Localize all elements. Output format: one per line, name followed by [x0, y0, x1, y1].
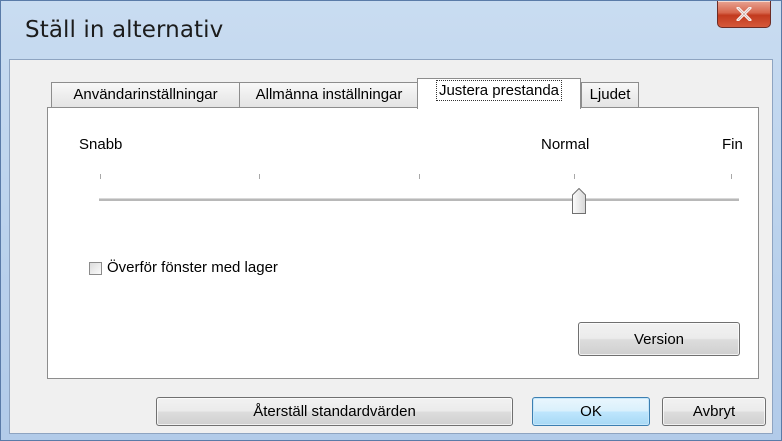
- tab-adjust-performance-label: Justera prestanda: [435, 80, 563, 101]
- slider-tick: [100, 174, 101, 179]
- slider-label-normal: Normal: [541, 136, 590, 153]
- options-dialog: Ställ in alternativ Användarinställninga…: [0, 0, 782, 441]
- tab-user-settings[interactable]: Användarinställningar: [51, 82, 240, 108]
- slider-tick: [419, 174, 420, 179]
- tab-sound-label: Ljudet: [589, 86, 631, 103]
- slider-label-fast: Snabb: [79, 136, 123, 153]
- performance-slider-track[interactable]: [99, 199, 739, 202]
- slider-tick: [574, 174, 575, 179]
- tab-panel-performance: Snabb Normal Fin Överför fönster med lag…: [47, 107, 759, 379]
- close-button[interactable]: [717, 1, 771, 28]
- slider-label-fine: Fin: [722, 136, 743, 153]
- tab-adjust-performance[interactable]: Justera prestanda: [417, 78, 581, 109]
- title-bar[interactable]: Ställ in alternativ: [1, 1, 781, 59]
- slider-tick: [731, 174, 732, 179]
- tab-sound[interactable]: Ljudet: [581, 82, 639, 108]
- ok-button[interactable]: OK: [532, 397, 650, 426]
- performance-slider-thumb[interactable]: [572, 188, 586, 214]
- tab-user-settings-label: Användarinställningar: [73, 86, 218, 103]
- reset-defaults-button[interactable]: Återställ standardvärden: [156, 397, 513, 426]
- close-icon: [736, 7, 752, 21]
- slider-tick: [259, 174, 260, 179]
- cancel-button[interactable]: Avbryt: [662, 397, 766, 426]
- layered-windows-checkbox[interactable]: [89, 262, 102, 275]
- version-button[interactable]: Version: [578, 322, 740, 356]
- tab-general-settings-label: Allmänna inställningar: [255, 86, 403, 103]
- dialog-body: Användarinställningar Allmänna inställni…: [9, 59, 773, 434]
- layered-windows-label[interactable]: Överför fönster med lager: [107, 259, 278, 276]
- window-title: Ställ in alternativ: [25, 17, 224, 43]
- tab-general-settings[interactable]: Allmänna inställningar: [239, 82, 419, 108]
